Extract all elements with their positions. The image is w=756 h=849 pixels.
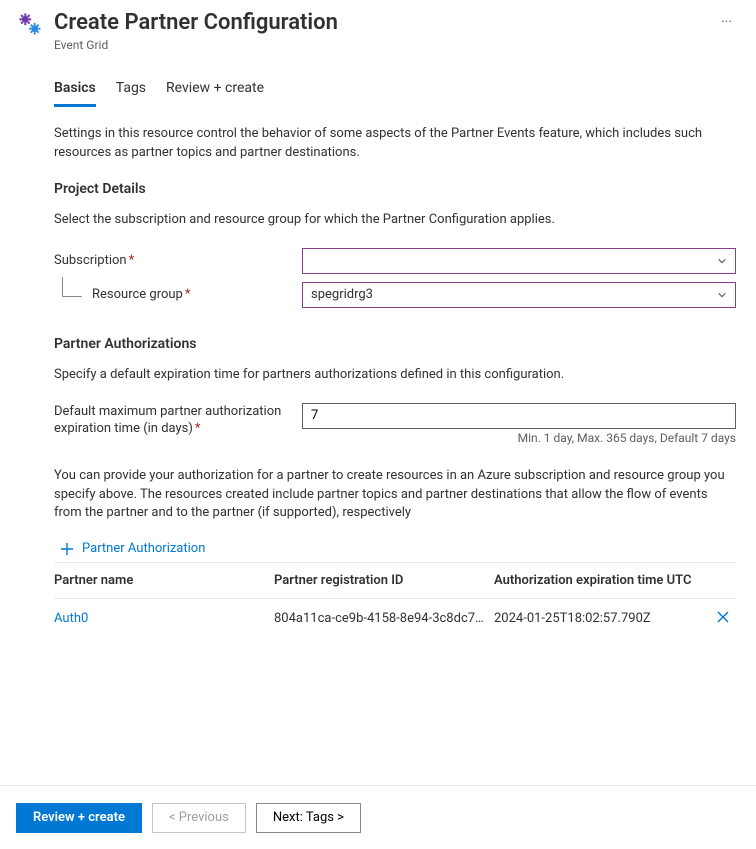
review-create-button[interactable]: Review + create bbox=[16, 803, 142, 833]
add-partner-authorization-button[interactable]: Partner Authorization bbox=[60, 541, 736, 556]
page-subtitle: Event Grid bbox=[54, 38, 703, 52]
project-details-desc: Select the subscription and resource gro… bbox=[54, 211, 736, 230]
close-icon bbox=[716, 610, 730, 624]
subscription-label: Subscription bbox=[54, 253, 127, 268]
tabs: Basics Tags Review + create bbox=[54, 74, 740, 107]
expiration-hint: Min. 1 day, Max. 365 days, Default 7 day… bbox=[302, 431, 736, 445]
more-button[interactable]: ··· bbox=[713, 10, 740, 34]
column-header-partner-name: Partner name bbox=[54, 573, 274, 588]
previous-button[interactable]: < Previous bbox=[152, 803, 246, 833]
intro-text: Settings in this resource control the be… bbox=[54, 125, 736, 163]
resource-group-select[interactable]: spegridrg3 bbox=[302, 282, 736, 308]
partner-expiration: 2024-01-25T18:02:57.790Z bbox=[494, 611, 710, 626]
authorization-long-desc: You can provide your authorization for a… bbox=[54, 467, 736, 524]
partner-name-link[interactable]: Auth0 bbox=[54, 611, 88, 626]
page-title: Create Partner Configuration bbox=[54, 10, 703, 36]
subscription-select[interactable] bbox=[302, 248, 736, 274]
plus-icon bbox=[60, 542, 74, 556]
chevron-down-icon bbox=[717, 256, 727, 266]
tab-tags[interactable]: Tags bbox=[116, 74, 146, 107]
partner-authorizations-heading: Partner Authorizations bbox=[54, 336, 736, 352]
footer: Review + create < Previous Next: Tags > bbox=[0, 785, 756, 849]
required-asterisk: * bbox=[195, 421, 201, 436]
table-row: Auth0 804a11ca-ce9b-4158-8e94-3c8dc7… 20… bbox=[54, 599, 736, 638]
event-grid-icon bbox=[16, 10, 44, 42]
required-asterisk: * bbox=[129, 253, 135, 268]
remove-row-button[interactable] bbox=[716, 609, 730, 628]
required-asterisk: * bbox=[185, 287, 191, 302]
partner-authorizations-desc: Specify a default expiration time for pa… bbox=[54, 366, 736, 385]
resource-group-value: spegridrg3 bbox=[311, 287, 373, 302]
next-button[interactable]: Next: Tags > bbox=[256, 803, 361, 833]
chevron-down-icon bbox=[717, 290, 727, 300]
column-header-expiration: Authorization expiration time UTC bbox=[494, 573, 710, 588]
expiration-input[interactable] bbox=[302, 403, 736, 429]
authorizations-table: Partner name Partner registration ID Aut… bbox=[54, 562, 736, 638]
tab-basics[interactable]: Basics bbox=[54, 74, 96, 107]
partner-registration-id: 804a11ca-ce9b-4158-8e94-3c8dc7… bbox=[274, 611, 494, 626]
tab-review-create[interactable]: Review + create bbox=[166, 74, 264, 107]
project-details-heading: Project Details bbox=[54, 181, 736, 197]
column-header-registration-id: Partner registration ID bbox=[274, 573, 494, 588]
add-partner-authorization-label: Partner Authorization bbox=[82, 541, 205, 556]
expiration-label: Default maximum partner authorization ex… bbox=[54, 404, 281, 437]
resource-group-label: Resource group bbox=[92, 287, 183, 302]
tree-connector-icon bbox=[62, 277, 82, 297]
